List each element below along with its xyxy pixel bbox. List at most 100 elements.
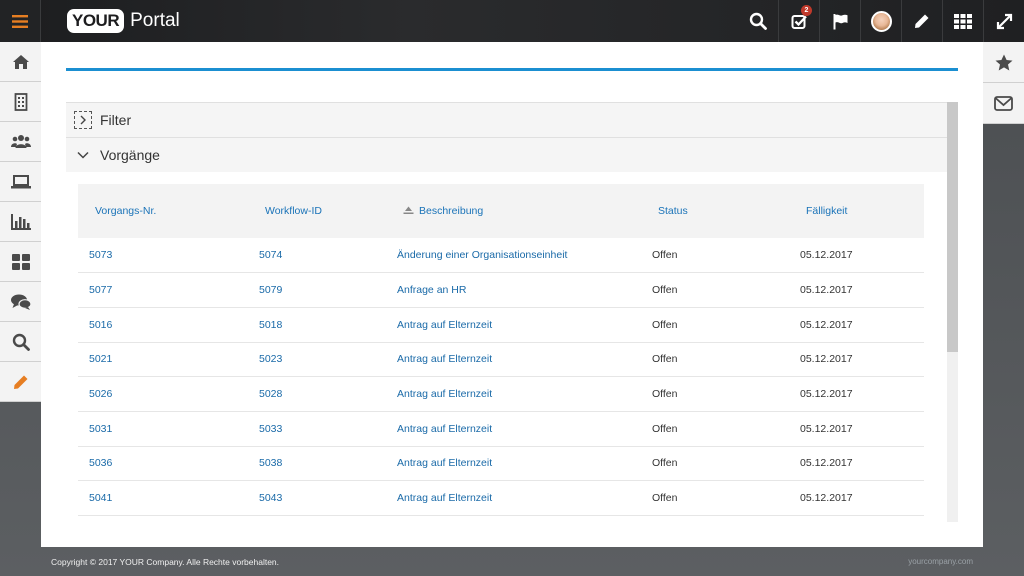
table-row[interactable]: 5016 5018 Antrag auf Elternzeit Offen 05.12.… (78, 307, 924, 343)
footer: Copyright © 2017 YOUR Company. Alle Rech… (41, 547, 983, 576)
cell-vorgangs-nr[interactable]: 5026 (78, 377, 248, 412)
cell-vorgangs-nr[interactable]: 5016 (78, 307, 248, 342)
cell-beschreibung[interactable]: Antrag auf Elternzeit (397, 377, 641, 412)
cell-vorgangs-nr[interactable]: 5031 (78, 411, 248, 446)
sidebar-item-edit[interactable] (0, 362, 41, 402)
mail-button[interactable] (983, 83, 1024, 124)
column-header-vorgangs-nr[interactable]: Vorgangs-Nr. (78, 184, 248, 238)
cell-beschreibung[interactable]: Antrag auf Elternzeit (397, 411, 641, 446)
cell-beschreibung[interactable]: Antrag auf Elternzeit (397, 307, 641, 342)
cell-beschreibung[interactable]: Änderung einer Organisationseinheit (397, 238, 641, 273)
left-sidebar (0, 42, 41, 402)
pencil-icon (13, 375, 27, 389)
logo-text: Portal (130, 10, 180, 31)
cell-status: Offen (652, 249, 678, 262)
accent-divider (66, 68, 958, 71)
sidebar-item-search[interactable] (0, 322, 41, 362)
cell-workflow-id[interactable]: 5079 (248, 273, 397, 308)
footer-site-link[interactable]: yourcompany.com (908, 557, 973, 566)
accordion-vorgaenge-label: Vorgänge (100, 147, 160, 163)
table-row[interactable]: 5041 5043 Antrag auf Elternzeit Offen 05.12.… (78, 481, 924, 516)
cell-faelligkeit: 05.12.2017 (800, 353, 853, 366)
hamburger-menu-button[interactable] (0, 0, 41, 42)
right-sidebar (983, 42, 1024, 124)
accordion-vorgaenge-header[interactable]: Vorgänge (66, 137, 947, 172)
cell-beschreibung[interactable]: Antrag auf Elternzeit (397, 481, 641, 516)
chevron-right-icon (74, 111, 92, 129)
sidebar-item-devices[interactable] (0, 162, 41, 202)
search-icon (12, 333, 30, 351)
laptop-icon (10, 174, 31, 188)
home-icon (12, 54, 29, 69)
cell-workflow-id[interactable]: 5018 (248, 307, 397, 342)
flag-icon (833, 13, 847, 29)
cell-status: Offen (652, 422, 678, 435)
cell-status: Offen (652, 492, 678, 505)
column-header-faelligkeit[interactable]: Fälligkeit (789, 184, 924, 238)
cell-faelligkeit: 05.12.2017 (800, 284, 853, 297)
table-header-row: Vorgangs-Nr. Workflow-ID Beschreibung St… (78, 184, 924, 238)
column-header-workflow-id[interactable]: Workflow-ID (248, 184, 397, 238)
cell-faelligkeit: 05.12.2017 (800, 318, 853, 331)
cell-workflow-id[interactable]: 5038 (248, 446, 397, 481)
hamburger-icon (12, 14, 28, 28)
cell-vorgangs-nr[interactable]: 5073 (78, 238, 248, 273)
tasks-button[interactable]: 2 (778, 0, 819, 42)
sidebar-item-reports[interactable] (0, 202, 41, 242)
sidebar-item-users[interactable] (0, 122, 41, 162)
flag-button[interactable] (819, 0, 860, 42)
cell-workflow-id[interactable]: 5033 (248, 411, 397, 446)
scrollbar-thumb[interactable] (947, 102, 958, 352)
cell-faelligkeit: 05.12.2017 (800, 422, 853, 435)
sidebar-item-dashboard[interactable] (0, 242, 41, 282)
sort-icon (403, 206, 414, 218)
accordion: Filter Vorgänge (66, 102, 958, 522)
cell-vorgangs-nr[interactable]: 5036 (78, 446, 248, 481)
user-avatar-button[interactable] (860, 0, 901, 42)
accordion-filter-header[interactable]: Filter (66, 102, 947, 137)
favorites-button[interactable] (983, 42, 1024, 83)
edit-button[interactable] (901, 0, 942, 42)
table-row[interactable]: 5026 5028 Antrag auf Elternzeit Offen 05.12.… (78, 377, 924, 412)
cell-vorgangs-nr[interactable]: 5041 (78, 481, 248, 516)
apps-grid-button[interactable] (942, 0, 983, 42)
cell-faelligkeit: 05.12.2017 (800, 249, 853, 262)
sidebar-item-chat[interactable] (0, 282, 41, 322)
sidebar-item-building[interactable] (0, 82, 41, 122)
cell-workflow-id[interactable]: 5028 (248, 377, 397, 412)
cell-faelligkeit: 05.12.2017 (800, 388, 853, 401)
fullscreen-button[interactable] (983, 0, 1024, 42)
search-icon (749, 12, 767, 30)
cell-beschreibung[interactable]: Anfrage an HR (397, 273, 641, 308)
table-row[interactable]: 5077 5079 Anfrage an HR Offen 05.12.2017 (78, 273, 924, 308)
cell-beschreibung[interactable]: Antrag auf Elternzeit (397, 446, 641, 481)
table-row[interactable]: 5031 5033 Antrag auf Elternzeit Offen 05.12.… (78, 411, 924, 447)
chevron-down-icon (77, 151, 89, 159)
main-content: Filter Vorgänge Vorgangs-Nr. Workflow-ID (41, 42, 983, 547)
pencil-icon (915, 14, 929, 28)
users-icon (10, 135, 31, 148)
bar-chart-icon (10, 213, 31, 230)
sidebar-item-home[interactable] (0, 42, 41, 82)
cell-status: Offen (652, 388, 678, 401)
notification-badge: 2 (801, 5, 812, 16)
search-button[interactable] (738, 0, 778, 42)
column-header-beschreibung[interactable]: Beschreibung (397, 184, 641, 238)
cell-vorgangs-nr[interactable]: 5021 (78, 342, 248, 377)
cell-workflow-id[interactable]: 5074 (248, 238, 397, 273)
table-row[interactable]: 5073 5074 Änderung einer Organisationseinh… (78, 238, 924, 273)
cell-workflow-id[interactable]: 5043 (248, 481, 397, 516)
table-row[interactable]: 5036 5038 Antrag auf Elternzeit Offen 05.12.… (78, 446, 924, 481)
cell-workflow-id[interactable]: 5023 (248, 342, 397, 377)
cell-status: Offen (652, 353, 678, 366)
top-bar: YOUR Portal 2 (0, 0, 1024, 42)
cell-vorgangs-nr[interactable]: 5077 (78, 273, 248, 308)
cell-beschreibung[interactable]: Antrag auf Elternzeit (397, 342, 641, 377)
table-row[interactable]: 5021 5023 Antrag auf Elternzeit Offen 05.12.… (78, 342, 924, 377)
building-icon (14, 92, 27, 111)
grid-icon (954, 13, 972, 29)
cell-status: Offen (652, 284, 678, 297)
portal-logo[interactable]: YOUR Portal (67, 0, 180, 42)
cell-status: Offen (652, 318, 678, 331)
column-header-status[interactable]: Status (641, 184, 789, 238)
